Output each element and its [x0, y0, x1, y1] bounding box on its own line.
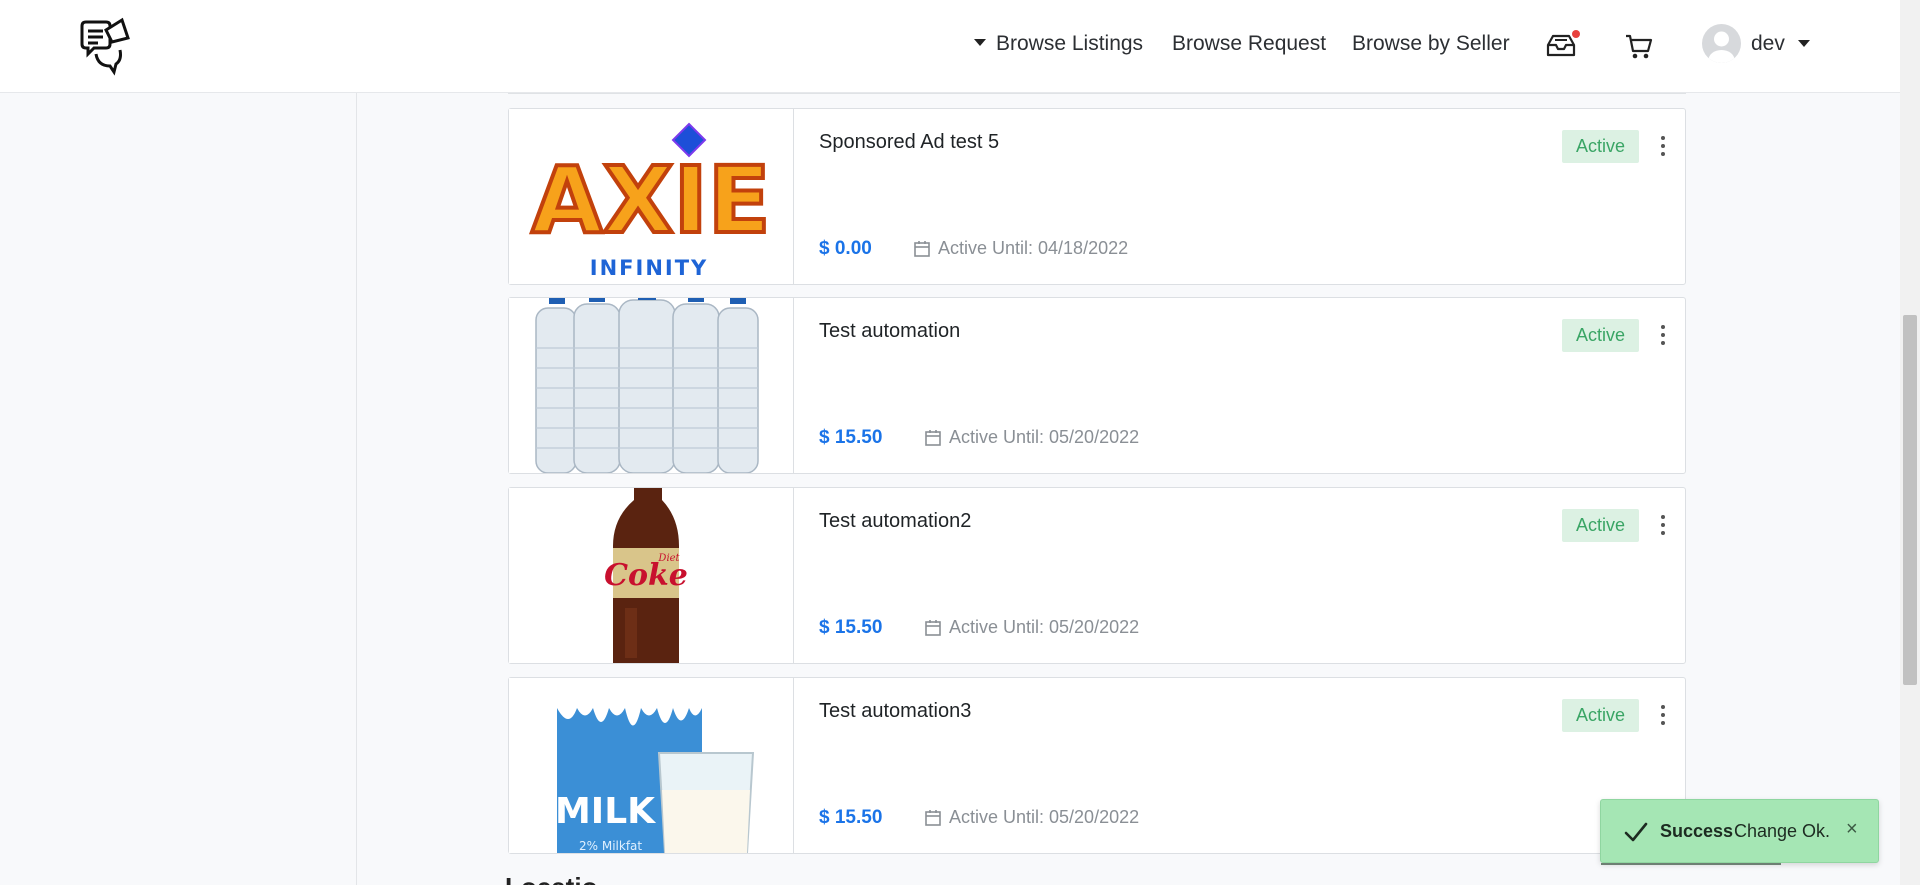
notification-dot [1572, 30, 1580, 38]
listing-image-axie: AXIE INFINITY [509, 109, 794, 284]
calendar-icon [925, 809, 941, 826]
user-menu-caret-icon[interactable] [1798, 40, 1810, 47]
toast-title: Success [1660, 821, 1734, 841]
more-options-icon[interactable] [1656, 323, 1670, 347]
listing-price: $ 15.50 [819, 617, 883, 638]
sidebar-divider [356, 93, 357, 885]
listing-price: $ 15.50 [819, 807, 883, 828]
more-options-icon[interactable] [1656, 134, 1670, 158]
status-badge: Active [1562, 699, 1639, 732]
listing-image-water [509, 298, 794, 473]
active-until-text: Active Until: 05/20/2022 [949, 427, 1140, 447]
caret-down-icon [974, 39, 986, 47]
calendar-icon [914, 240, 930, 257]
listing-card[interactable]: MILK 2% Milkfat Test automation3 $ 15.50… [508, 677, 1686, 854]
success-toast: Success Change Ok. × [1600, 799, 1879, 865]
listing-active-until: Active Until: 05/20/2022 [924, 427, 1139, 448]
milk-carton-sub: 2% Milkfat [579, 839, 642, 853]
section-heading-peek: Locatio [505, 872, 597, 885]
browse-request-link[interactable]: Browse Request [1172, 30, 1326, 58]
status-badge: Active [1562, 509, 1639, 542]
listing-title[interactable]: Test automation [819, 320, 960, 343]
more-options-icon[interactable] [1656, 703, 1670, 727]
listing-price: $ 0.00 [819, 238, 872, 259]
listing-card[interactable]: Coke Diet Test automation2 $ 15.50 Activ… [508, 487, 1686, 664]
listing-card[interactable]: AXIE INFINITY Sponsored Ad test 5 $ 0.00… [508, 108, 1686, 285]
status-badge: Active [1562, 319, 1639, 352]
listing-title[interactable]: Sponsored Ad test 5 [819, 131, 999, 154]
calendar-icon [925, 429, 941, 446]
listing-title[interactable]: Test automation3 [819, 700, 971, 723]
listing-price: $ 15.50 [819, 427, 883, 448]
toast-message: Change Ok. [1734, 821, 1831, 841]
listing-card[interactable]: Test automation $ 15.50 Active Until: 05… [508, 297, 1686, 474]
close-icon[interactable]: × [1846, 818, 1858, 841]
listing-title[interactable]: Test automation2 [819, 510, 971, 533]
megaphone-chat-icon[interactable] [76, 14, 138, 76]
list-top-divider [508, 93, 1686, 94]
active-until-text: Active Until: 04/18/2022 [938, 238, 1129, 258]
axie-logo-word: AXIE [531, 147, 770, 254]
listing-image-coke: Coke Diet [509, 488, 794, 663]
axie-logo-sub: INFINITY [590, 256, 708, 280]
listing-active-until: Active Until: 04/18/2022 [913, 238, 1128, 259]
more-options-icon[interactable] [1656, 513, 1670, 537]
calendar-icon [925, 619, 941, 636]
browse-listings-label: Browse Listings [996, 32, 1144, 55]
toast-progress-bar [1601, 863, 1781, 865]
avatar[interactable] [1702, 24, 1741, 63]
inbox-tray-icon[interactable] [1545, 30, 1580, 58]
status-badge: Active [1562, 130, 1639, 163]
top-header: Browse Listings Browse Request Browse by… [0, 0, 1900, 93]
user-name[interactable]: dev [1751, 30, 1785, 58]
browse-by-seller-link[interactable]: Browse by Seller [1352, 30, 1510, 58]
browse-listings-dropdown[interactable]: Browse Listings [974, 30, 1143, 58]
listing-active-until: Active Until: 05/20/2022 [924, 617, 1139, 638]
listing-active-until: Active Until: 05/20/2022 [924, 807, 1139, 828]
scrollbar-thumb[interactable] [1903, 315, 1917, 685]
active-until-text: Active Until: 05/20/2022 [949, 617, 1140, 637]
coke-label-diet: Diet [657, 553, 680, 564]
listing-image-milk: MILK 2% Milkfat [509, 678, 794, 853]
check-icon [1624, 822, 1648, 842]
milk-carton-word: MILK [555, 791, 656, 832]
active-until-text: Active Until: 05/20/2022 [949, 807, 1140, 827]
cart-icon[interactable] [1624, 33, 1654, 61]
